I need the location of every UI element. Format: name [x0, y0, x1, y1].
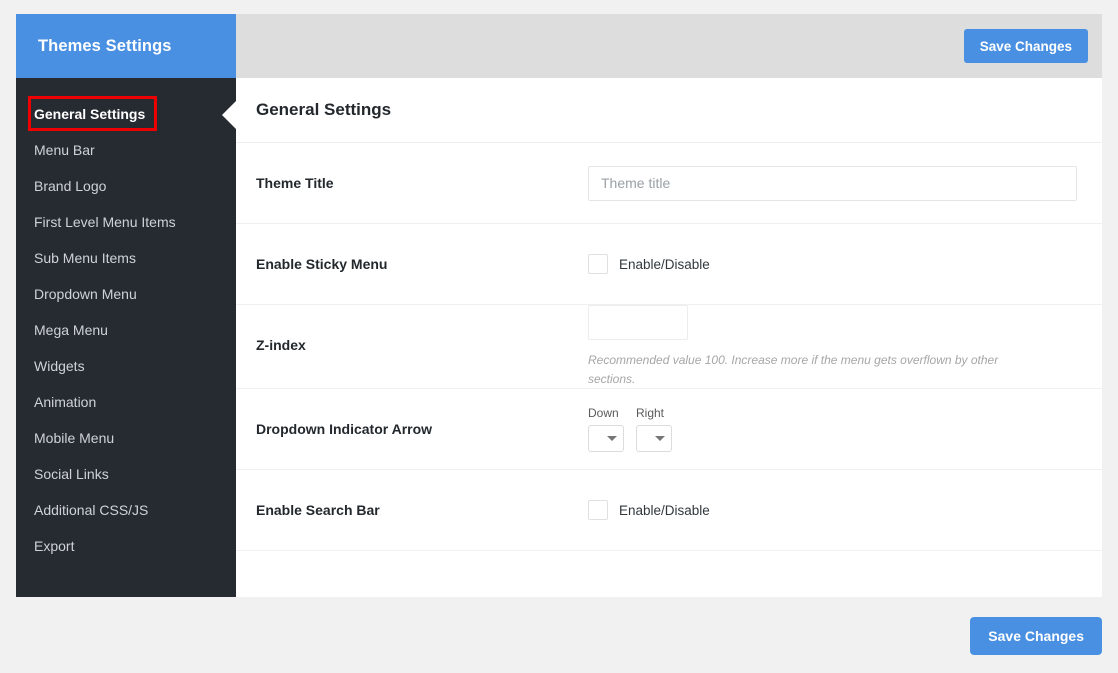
field-label: Z-index [256, 305, 588, 385]
form-row-z-index: Z-index Recommended value 100. Increase … [236, 305, 1102, 389]
search-bar-checkbox-group: Enable/Disable [588, 500, 1082, 520]
app-title: Themes Settings [38, 37, 172, 56]
sidebar-item-label: General Settings [34, 106, 145, 122]
checkbox-label: Enable/Disable [619, 503, 710, 518]
sidebar-item-first-level-menu-items[interactable]: First Level Menu Items [16, 204, 236, 240]
sidebar-item-mega-menu[interactable]: Mega Menu [16, 312, 236, 348]
sidebar-item-label: Sub Menu Items [34, 250, 136, 266]
sidebar-item-label: Mobile Menu [34, 430, 114, 446]
field-control: Enable/Disable [588, 224, 1082, 304]
sidebar-item-dropdown-menu[interactable]: Dropdown Menu [16, 276, 236, 312]
save-changes-button-bottom[interactable]: Save Changes [970, 617, 1102, 655]
sidebar-item-label: Widgets [34, 358, 85, 374]
settings-panel: General Settings Theme Title Enable Stic… [236, 78, 1102, 597]
right-select-caption: Right [636, 406, 672, 420]
sidebar-item-label: First Level Menu Items [34, 214, 176, 230]
right-arrow-select-group: Right [636, 406, 672, 452]
sidebar-item-label: Animation [34, 394, 96, 410]
sidebar-item-general-settings[interactable]: General Settings [16, 96, 236, 132]
sidebar-item-widgets[interactable]: Widgets [16, 348, 236, 384]
chevron-down-icon [655, 436, 665, 441]
sidebar-item-social-links[interactable]: Social Links [16, 456, 236, 492]
form-row-sticky-menu: Enable Sticky Menu Enable/Disable [236, 224, 1102, 305]
form-row-dropdown-indicator-arrow: Dropdown Indicator Arrow Down Right [236, 389, 1102, 470]
sidebar-item-label: Export [34, 538, 74, 554]
search-bar-checkbox[interactable] [588, 500, 608, 520]
sidebar-item-label: Social Links [34, 466, 109, 482]
checkbox-label: Enable/Disable [619, 257, 710, 272]
save-changes-button-top[interactable]: Save Changes [964, 29, 1088, 63]
field-label: Dropdown Indicator Arrow [256, 389, 588, 469]
down-select-caption: Down [588, 406, 624, 420]
field-label: Enable Search Bar [256, 470, 588, 550]
sidebar-item-sub-menu-items[interactable]: Sub Menu Items [16, 240, 236, 276]
right-arrow-select[interactable] [636, 425, 672, 452]
down-arrow-select-group: Down [588, 406, 624, 452]
field-label: Enable Sticky Menu [256, 224, 588, 304]
sidebar-item-animation[interactable]: Animation [16, 384, 236, 420]
sidebar: Themes Settings General Settings Menu Ba… [16, 14, 236, 597]
active-item-pointer-icon [222, 100, 237, 130]
sidebar-item-label: Mega Menu [34, 322, 108, 338]
sidebar-nav: General Settings Menu Bar Brand Logo Fir… [16, 78, 236, 564]
z-index-input[interactable] [588, 305, 688, 340]
z-index-help-text: Recommended value 100. Increase more if … [588, 351, 1038, 388]
sidebar-header: Themes Settings [16, 14, 236, 78]
sidebar-item-mobile-menu[interactable]: Mobile Menu [16, 420, 236, 456]
field-control: Enable/Disable [588, 470, 1082, 550]
sidebar-item-label: Menu Bar [34, 142, 95, 158]
page-title: General Settings [256, 100, 391, 120]
settings-app: Themes Settings General Settings Menu Ba… [16, 14, 1102, 597]
sidebar-item-export[interactable]: Export [16, 528, 236, 564]
content-column: Save Changes General Settings Theme Titl… [236, 14, 1102, 597]
form-row-theme-title: Theme Title [236, 143, 1102, 224]
field-control: Recommended value 100. Increase more if … [588, 305, 1082, 388]
field-label: Theme Title [256, 143, 588, 223]
field-control: Down Right [588, 389, 1082, 469]
sticky-menu-checkbox-group: Enable/Disable [588, 254, 1082, 274]
sidebar-item-brand-logo[interactable]: Brand Logo [16, 168, 236, 204]
arrow-select-group: Down Right [588, 406, 1082, 452]
form-row-search-bar: Enable Search Bar Enable/Disable [236, 470, 1102, 551]
sidebar-item-label: Brand Logo [34, 178, 106, 194]
chevron-down-icon [607, 436, 617, 441]
sidebar-item-menu-bar[interactable]: Menu Bar [16, 132, 236, 168]
sidebar-item-label: Additional CSS/JS [34, 502, 148, 518]
down-arrow-select[interactable] [588, 425, 624, 452]
theme-title-input[interactable] [588, 166, 1077, 201]
sidebar-item-label: Dropdown Menu [34, 286, 137, 302]
field-control [588, 143, 1082, 223]
footer-bar: Save Changes [16, 613, 1102, 659]
sidebar-item-additional-css-js[interactable]: Additional CSS/JS [16, 492, 236, 528]
sticky-menu-checkbox[interactable] [588, 254, 608, 274]
top-toolbar: Save Changes [236, 14, 1102, 78]
panel-header: General Settings [236, 78, 1102, 143]
